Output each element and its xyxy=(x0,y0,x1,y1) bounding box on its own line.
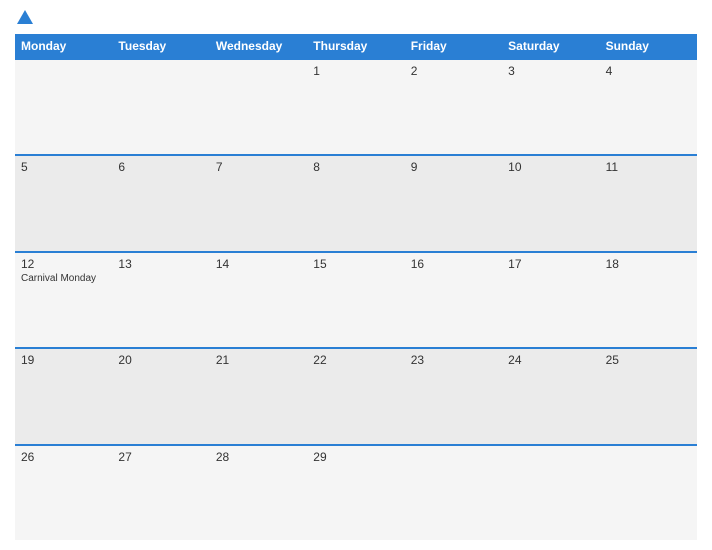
calendar-cell xyxy=(502,444,599,540)
calendar-cell: 28 xyxy=(210,444,307,540)
calendar-cell: 20 xyxy=(112,347,209,443)
calendar-cell: 5 xyxy=(15,154,112,250)
cell-date: 16 xyxy=(411,257,496,271)
cell-date: 4 xyxy=(606,64,691,78)
cell-date: 17 xyxy=(508,257,593,271)
calendar-cell xyxy=(210,58,307,154)
cell-date: 15 xyxy=(313,257,398,271)
calendar-cell: 4 xyxy=(600,58,697,154)
calendar-cell: 26 xyxy=(15,444,112,540)
cell-date: 7 xyxy=(216,160,301,174)
calendar-cell: 15 xyxy=(307,251,404,347)
cell-date: 12 xyxy=(21,257,106,271)
calendar-header xyxy=(15,10,697,26)
calendar-cell: 23 xyxy=(405,347,502,443)
calendar-cell xyxy=(405,444,502,540)
cell-date: 20 xyxy=(118,353,203,367)
calendar-grid: 123456789101112Carnival Monday1314151617… xyxy=(15,58,697,540)
calendar-cell: 27 xyxy=(112,444,209,540)
cell-date: 23 xyxy=(411,353,496,367)
cell-date: 22 xyxy=(313,353,398,367)
cell-date: 18 xyxy=(606,257,691,271)
cell-date: 26 xyxy=(21,450,106,464)
day-header-monday: Monday xyxy=(15,34,112,58)
calendar-cell: 17 xyxy=(502,251,599,347)
cell-date: 28 xyxy=(216,450,301,464)
calendar-cell: 19 xyxy=(15,347,112,443)
calendar-cell: 14 xyxy=(210,251,307,347)
calendar-cell: 10 xyxy=(502,154,599,250)
day-header-tuesday: Tuesday xyxy=(112,34,209,58)
calendar-cell: 3 xyxy=(502,58,599,154)
calendar-cell: 2 xyxy=(405,58,502,154)
calendar-cell: 18 xyxy=(600,251,697,347)
calendar-cell xyxy=(600,444,697,540)
calendar-cell: 11 xyxy=(600,154,697,250)
calendar-cell xyxy=(15,58,112,154)
logo-triangle-icon xyxy=(17,10,33,24)
calendar-cell: 6 xyxy=(112,154,209,250)
cell-date: 25 xyxy=(606,353,691,367)
cell-date: 14 xyxy=(216,257,301,271)
cell-date: 27 xyxy=(118,450,203,464)
cell-date: 3 xyxy=(508,64,593,78)
calendar-cell: 12 Carnival Monday xyxy=(15,251,112,347)
day-header-thursday: Thursday xyxy=(307,34,404,58)
cell-date: 2 xyxy=(411,64,496,78)
day-header-wednesday: Wednesday xyxy=(210,34,307,58)
calendar-cell: 13 xyxy=(112,251,209,347)
calendar-cell: 1 xyxy=(307,58,404,154)
day-header-friday: Friday xyxy=(405,34,502,58)
calendar-cell: 22 xyxy=(307,347,404,443)
cell-date: 5 xyxy=(21,160,106,174)
cell-date: 13 xyxy=(118,257,203,271)
calendar-cell: 9 xyxy=(405,154,502,250)
day-header-saturday: Saturday xyxy=(502,34,599,58)
cell-date: 6 xyxy=(118,160,203,174)
cell-date: 29 xyxy=(313,450,398,464)
calendar-cell: 25 xyxy=(600,347,697,443)
cell-date: 9 xyxy=(411,160,496,174)
cell-date: 24 xyxy=(508,353,593,367)
cell-date: 8 xyxy=(313,160,398,174)
cell-date: 1 xyxy=(313,64,398,78)
calendar-cell: 8 xyxy=(307,154,404,250)
calendar-cell: 29 xyxy=(307,444,404,540)
cell-date: 10 xyxy=(508,160,593,174)
day-headers: Monday Tuesday Wednesday Thursday Friday… xyxy=(15,34,697,58)
calendar-cell xyxy=(112,58,209,154)
cell-event: Carnival Monday xyxy=(21,273,106,284)
cell-date: 21 xyxy=(216,353,301,367)
calendar-container: Monday Tuesday Wednesday Thursday Friday… xyxy=(0,0,712,550)
calendar-cell: 24 xyxy=(502,347,599,443)
calendar-cell: 16 xyxy=(405,251,502,347)
cell-date: 11 xyxy=(606,160,691,174)
calendar-cell: 7 xyxy=(210,154,307,250)
calendar-cell: 21 xyxy=(210,347,307,443)
logo xyxy=(15,10,33,26)
cell-date: 19 xyxy=(21,353,106,367)
day-header-sunday: Sunday xyxy=(600,34,697,58)
